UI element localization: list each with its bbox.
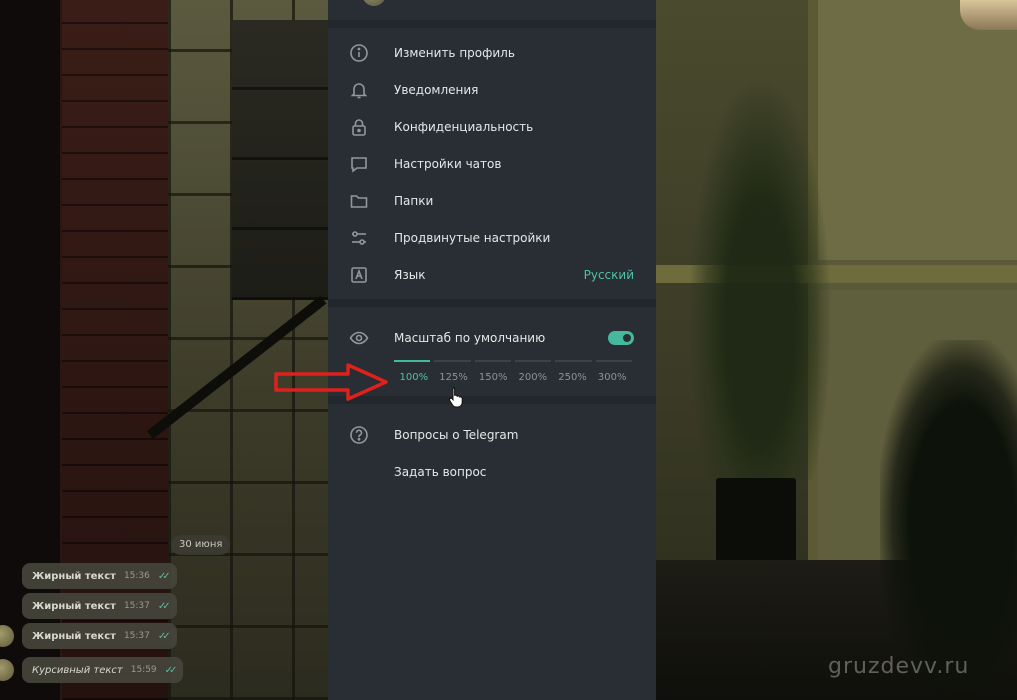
bell-icon xyxy=(348,79,370,101)
settings-item-label: Вопросы о Telegram xyxy=(394,427,519,442)
message-text: Курсивный текст xyxy=(32,664,123,676)
profile-header xyxy=(328,0,656,20)
settings-item-label: Уведомления xyxy=(394,82,479,97)
double-check-icon: ✓✓ xyxy=(157,600,171,612)
scale-track[interactable] xyxy=(394,360,632,362)
message-time: 15:37 xyxy=(123,631,150,641)
double-check-icon: ✓✓ xyxy=(157,570,171,582)
folder-icon xyxy=(348,190,370,212)
scale-option-200[interactable]: 200% xyxy=(513,372,553,383)
message-bubble[interactable]: Жирный текст 15:37 ✓✓ xyxy=(0,623,177,649)
scale-segment[interactable] xyxy=(514,360,552,362)
profile-avatar[interactable] xyxy=(362,0,386,6)
settings-item-folders[interactable]: Папки xyxy=(328,182,656,219)
message-time: 15:36 xyxy=(123,571,150,581)
info-icon xyxy=(348,42,370,64)
lock-icon xyxy=(348,116,370,138)
language-value: Русский xyxy=(583,267,634,282)
section-divider xyxy=(328,20,656,28)
scale-segment[interactable] xyxy=(434,360,471,362)
default-scale-toggle[interactable] xyxy=(608,330,634,345)
eye-icon xyxy=(348,327,370,349)
watermark: gruzdevv.ru xyxy=(828,654,970,679)
message-text: Жирный текст xyxy=(32,630,116,642)
message-bubble[interactable]: Жирный текст 15:37 ✓✓ xyxy=(22,593,177,619)
hand-cursor-icon xyxy=(449,387,463,408)
bg-bush xyxy=(880,340,1017,700)
message-text: Жирный текст xyxy=(32,600,116,612)
settings-item-privacy[interactable]: Конфиденциальность xyxy=(328,108,656,145)
settings-item-ask-question[interactable]: Задать вопрос xyxy=(328,453,656,490)
scale-option-300[interactable]: 300% xyxy=(592,372,632,383)
settings-item-label: Изменить профиль xyxy=(394,45,515,60)
bg-dark-tiles xyxy=(232,20,330,300)
bg-lamp xyxy=(960,0,1017,30)
message-time: 15:37 xyxy=(123,601,150,611)
message-bubble[interactable]: Курсивный текст 15:59 ✓✓ xyxy=(0,657,184,683)
settings-item-language[interactable]: Язык Русский xyxy=(328,256,656,293)
scale-options: 100% 125% 150% 200% 250% 300% xyxy=(394,372,632,383)
chat-bubble-icon xyxy=(348,153,370,175)
scale-option-250[interactable]: 250% xyxy=(553,372,593,383)
settings-item-telegram-faq[interactable]: Вопросы о Telegram xyxy=(328,416,656,453)
scale-option-125[interactable]: 125% xyxy=(434,372,474,383)
settings-item-label: Настройки чатов xyxy=(394,156,502,171)
double-check-icon: ✓✓ xyxy=(164,664,178,676)
section-divider xyxy=(328,299,656,307)
language-icon xyxy=(348,264,370,286)
bg-plant xyxy=(690,80,830,480)
settings-item-label: Папки xyxy=(394,193,434,208)
settings-group-main: Изменить профиль Уведомления Конфиденциа… xyxy=(328,28,656,299)
scale-segment[interactable] xyxy=(555,360,592,362)
bg-plant-pot xyxy=(716,478,796,564)
settings-item-label: Конфиденциальность xyxy=(394,119,534,134)
settings-item-label: Продвинутые настройки xyxy=(394,230,551,245)
scale-option-150[interactable]: 150% xyxy=(473,372,513,383)
scale-segment[interactable] xyxy=(595,360,632,362)
settings-panel: Изменить профиль Уведомления Конфиденциа… xyxy=(328,0,656,700)
sliders-icon xyxy=(348,227,370,249)
scale-segment[interactable] xyxy=(474,360,511,362)
settings-item-default-scale[interactable]: Масштаб по умолчанию xyxy=(328,319,656,356)
scale-option-100[interactable]: 100% xyxy=(394,372,434,383)
settings-item-label: Масштаб по умолчанию xyxy=(394,330,546,345)
scale-slider[interactable]: 100% 125% 150% 200% 250% 300% xyxy=(394,356,634,396)
scale-segment[interactable] xyxy=(394,360,431,362)
settings-item-label: Задать вопрос xyxy=(394,464,487,479)
settings-item-label: Язык xyxy=(394,267,426,282)
settings-item-advanced[interactable]: Продвинутые настройки xyxy=(328,219,656,256)
settings-item-edit-profile[interactable]: Изменить профиль xyxy=(328,34,656,71)
annotation-arrow-icon xyxy=(274,363,388,401)
date-separator: 30 июня xyxy=(171,535,231,555)
settings-item-notifications[interactable]: Уведомления xyxy=(328,71,656,108)
double-check-icon: ✓✓ xyxy=(157,630,171,642)
message-time: 15:59 xyxy=(130,665,157,675)
message-text: Жирный текст xyxy=(32,570,116,582)
message-bubble[interactable]: Жирный текст 15:36 ✓✓ xyxy=(22,563,177,589)
settings-group-help: Вопросы о Telegram Задать вопрос xyxy=(328,404,656,496)
settings-item-chat-settings[interactable]: Настройки чатов xyxy=(328,145,656,182)
question-icon xyxy=(348,424,370,446)
